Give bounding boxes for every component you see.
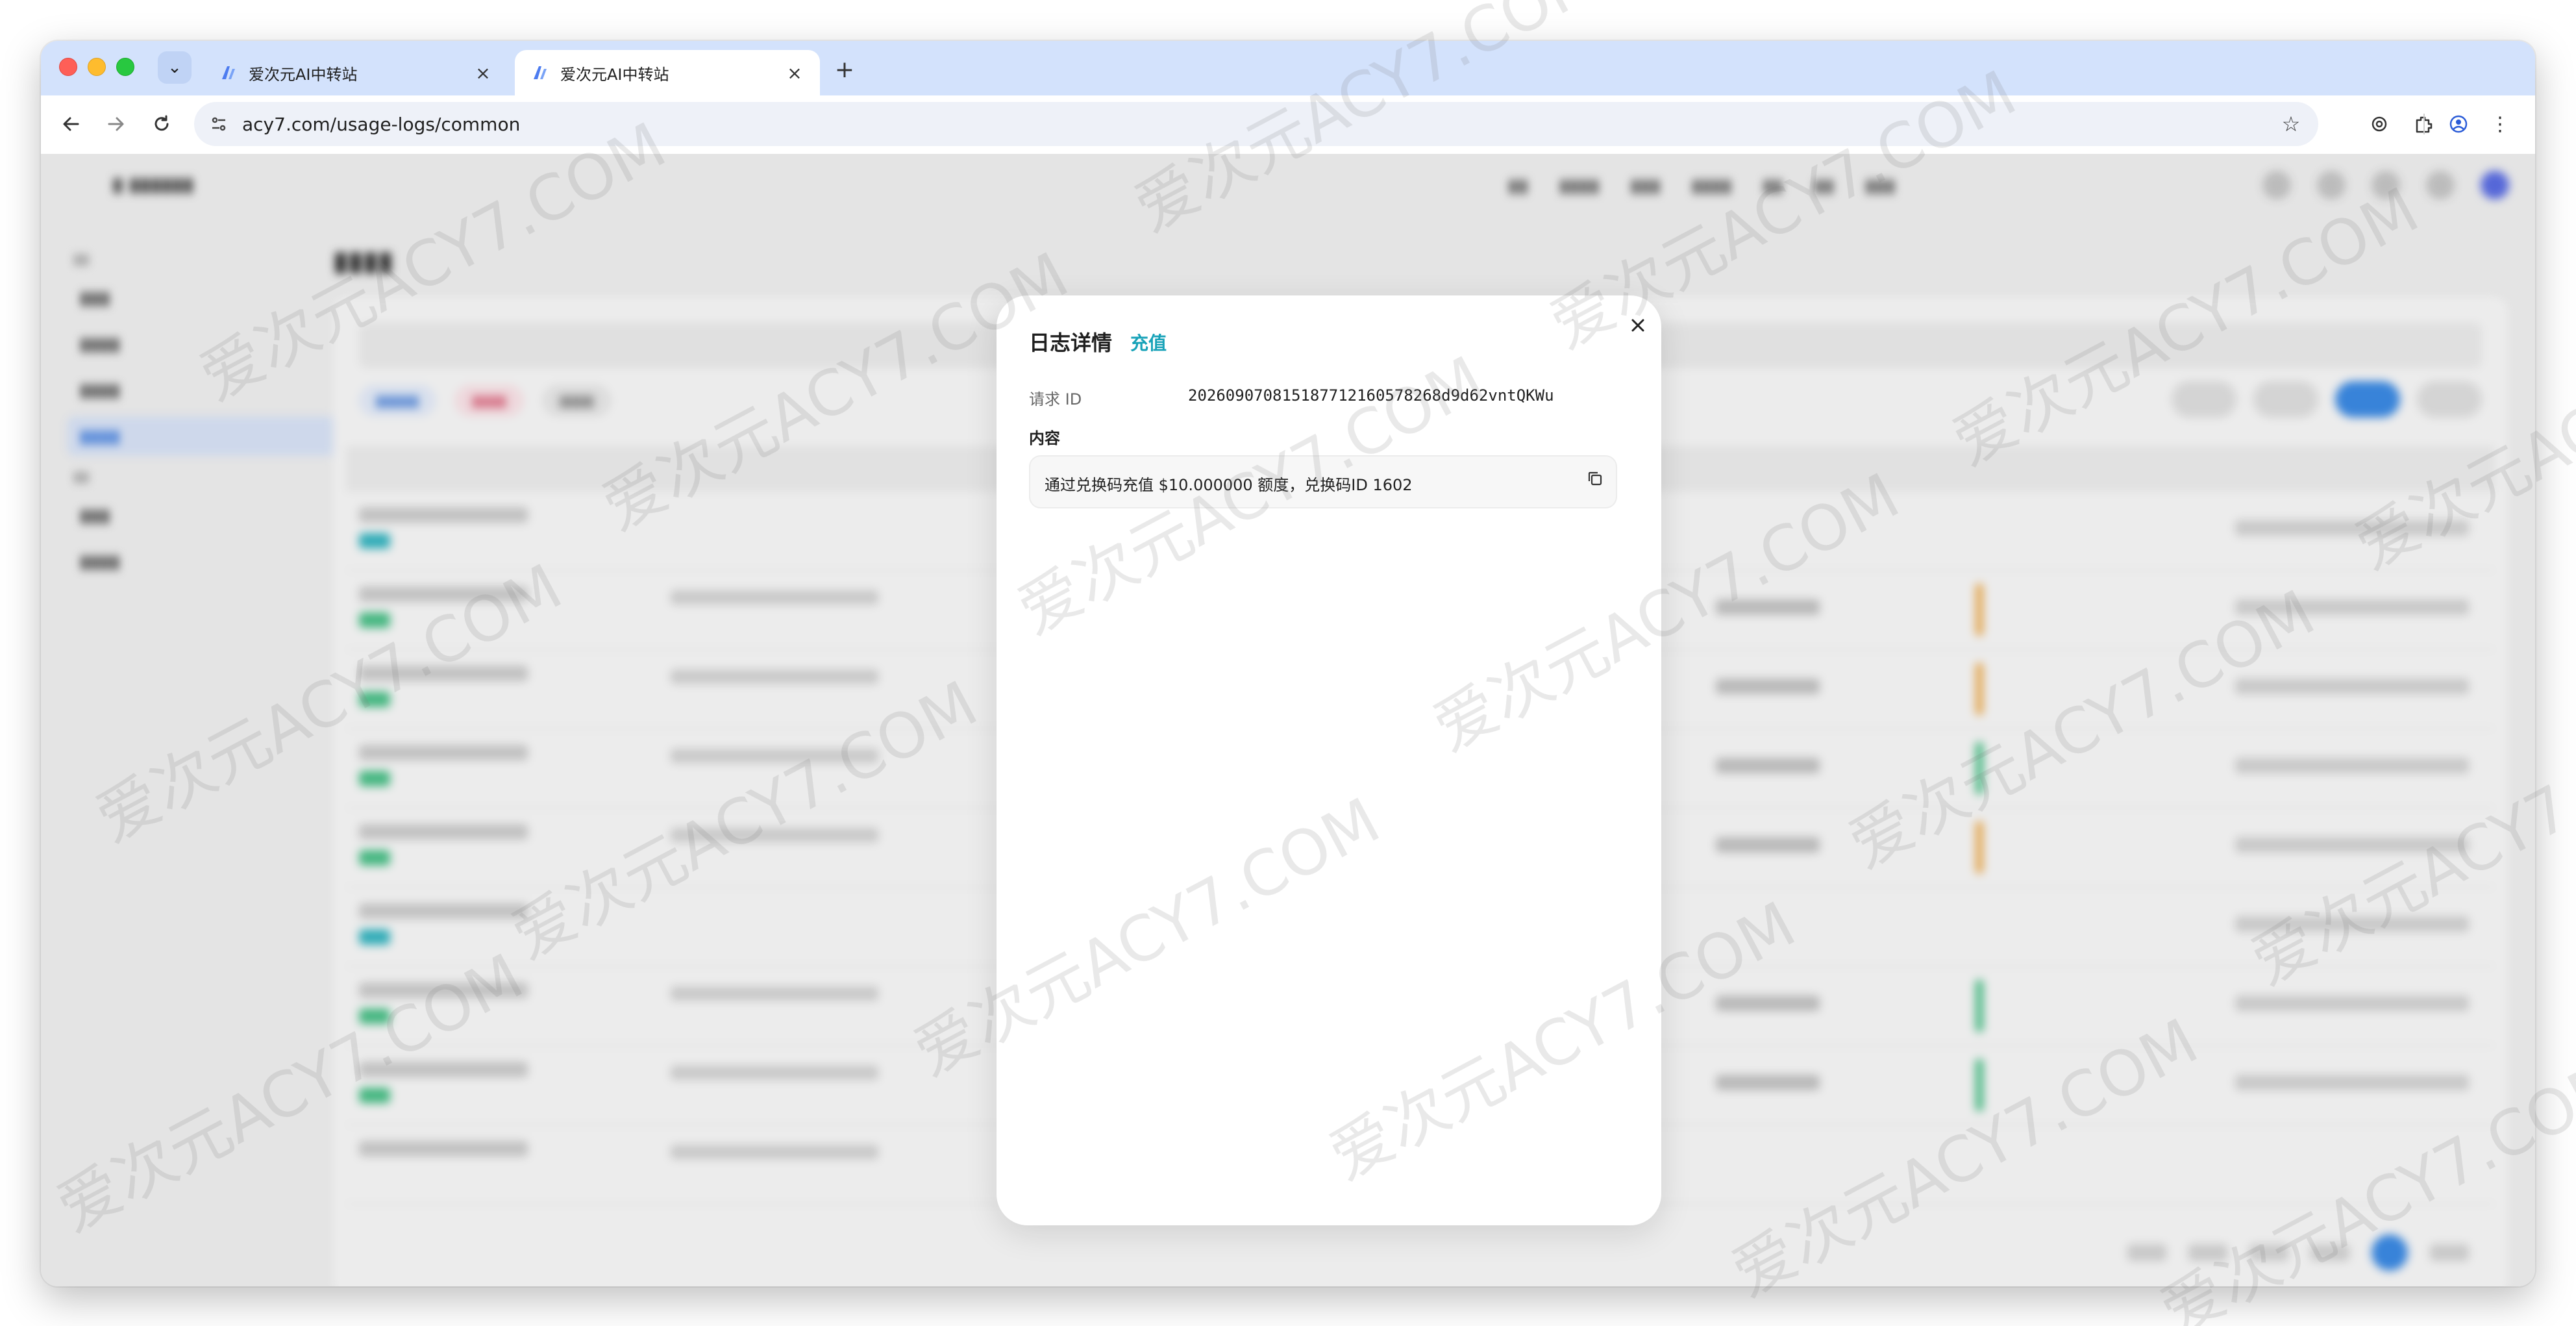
star-icon[interactable]: ☆ bbox=[2275, 112, 2307, 136]
content-text: 通过兑换码充值 $10.000000 额度，兑换码ID 1602 bbox=[1045, 476, 1413, 494]
copy-icon[interactable] bbox=[1583, 467, 1607, 490]
request-id-label: 请求 ID bbox=[1029, 390, 1082, 408]
minimize-window-button[interactable] bbox=[88, 58, 106, 76]
back-arrow-icon bbox=[63, 117, 79, 131]
new-tab-button[interactable]: + bbox=[830, 55, 859, 84]
close-window-button[interactable] bbox=[59, 58, 77, 76]
tab-search-button[interactable]: ⌄ bbox=[158, 51, 192, 84]
close-icon[interactable]: × bbox=[473, 62, 493, 84]
modal-title: 日志详情 bbox=[1029, 331, 1113, 355]
close-icon[interactable] bbox=[1622, 310, 1653, 341]
chevron-down-icon: ⌄ bbox=[167, 58, 182, 77]
url-text[interactable]: acy7.com/usage-logs/common bbox=[242, 114, 2275, 135]
favicon-icon bbox=[530, 63, 550, 82]
toolbar-divider bbox=[2423, 114, 2425, 134]
request-id-value: 202609070815187712160578268d9d62vntQKWu bbox=[1188, 386, 1554, 405]
chatgpt-icon[interactable] bbox=[2364, 108, 2395, 140]
content-label: 内容 bbox=[1029, 429, 1060, 447]
browser-toolbar: acy7.com/usage-logs/common ☆ ⋮ bbox=[41, 95, 2535, 154]
log-detail-modal: 日志详情 充值 请求 ID 20260907081518771216057826… bbox=[997, 295, 1661, 1225]
tab-title: 爱次元AI中转站 bbox=[560, 65, 669, 84]
tab-active[interactable]: 爱次元AI中转站 × bbox=[515, 50, 820, 95]
tab-strip: ⌄ 爱次元AI中转站 × 爱次元AI中转站 × + bbox=[41, 41, 2535, 95]
favicon-icon bbox=[219, 63, 238, 82]
content-box: 通过兑换码充值 $10.000000 额度，兑换码ID 1602 bbox=[1029, 455, 1617, 508]
back-button[interactable] bbox=[55, 108, 86, 140]
profile-icon[interactable] bbox=[2443, 108, 2474, 140]
maximize-window-button[interactable] bbox=[116, 58, 134, 76]
log-type-tag: 充值 bbox=[1130, 332, 1167, 354]
more-menu-icon[interactable]: ⋮ bbox=[2484, 108, 2516, 140]
reload-icon bbox=[155, 115, 169, 131]
browser-window: ⌄ 爱次元AI中转站 × 爱次元AI中转站 × + acy7.com/usage… bbox=[41, 41, 2535, 1286]
plus-icon: + bbox=[834, 56, 855, 83]
reload-button[interactable] bbox=[146, 108, 177, 140]
address-bar[interactable]: acy7.com/usage-logs/common ☆ bbox=[194, 102, 2318, 146]
forward-arrow-icon bbox=[108, 117, 124, 131]
forward-button[interactable] bbox=[101, 108, 132, 140]
tab-inactive[interactable]: 爱次元AI中转站 × bbox=[203, 50, 508, 95]
tab-title: 爱次元AI中转站 bbox=[249, 65, 358, 84]
close-icon[interactable]: × bbox=[785, 62, 804, 84]
site-settings-icon[interactable] bbox=[206, 111, 232, 137]
